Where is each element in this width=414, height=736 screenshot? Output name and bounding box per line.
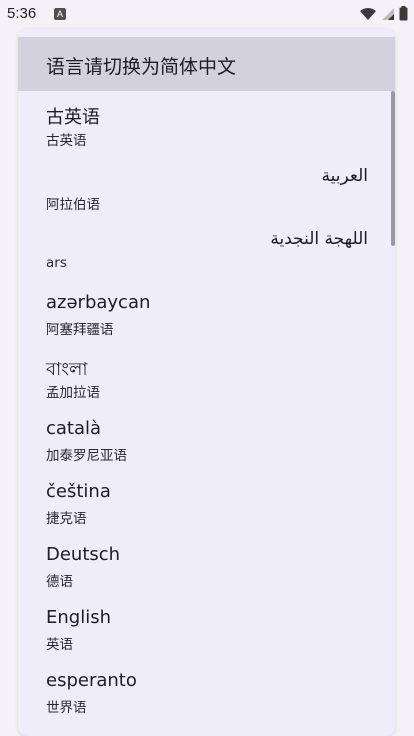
dialog-header[interactable]: 语言请切换为简体中文 xyxy=(18,37,395,91)
language-dialog: 语言请切换为简体中文 古英语 古英语 العربية 阿拉伯语 اللهجة ا… xyxy=(18,29,395,736)
language-translated-name: 古英语 xyxy=(46,133,87,149)
list-item[interactable]: English 英语 xyxy=(18,595,395,658)
wifi-icon xyxy=(359,6,377,25)
language-translated-name: 孟加拉语 xyxy=(46,385,100,401)
list-item[interactable]: বাংলা 孟加拉语 xyxy=(18,343,395,406)
language-native-name: Deutsch xyxy=(46,544,121,565)
language-translated-name: 阿塞拜疆语 xyxy=(46,322,114,338)
list-item[interactable]: العربية 阿拉伯语 xyxy=(18,154,395,217)
language-native-name: اللهجة النجدية xyxy=(270,229,368,249)
list-item[interactable]: 古英语 古英语 xyxy=(18,91,395,154)
battery-icon xyxy=(399,6,408,25)
language-translated-name: 捷克语 xyxy=(46,511,87,527)
language-translated-name: 加泰罗尼亚语 xyxy=(46,448,127,464)
list-item[interactable]: català 加泰罗尼亚语 xyxy=(18,406,395,469)
language-native-name: العربية xyxy=(321,166,368,186)
language-native-name: català xyxy=(46,418,102,439)
list-item[interactable]: Deutsch 德语 xyxy=(18,532,395,595)
language-translated-name: ars xyxy=(46,255,67,271)
status-time: 5:36 xyxy=(7,5,37,22)
language-native-name: esperanto xyxy=(46,670,137,691)
language-translated-name: 世界语 xyxy=(46,700,87,716)
language-translated-name: 英语 xyxy=(46,637,73,653)
status-bar: 5:36 A xyxy=(0,0,414,28)
notification-icon: A xyxy=(54,8,66,20)
status-icons xyxy=(359,6,408,25)
list-item[interactable]: اللهجة النجدية ars xyxy=(18,217,395,280)
list-item[interactable]: azərbaycan 阿塞拜疆语 xyxy=(18,280,395,343)
signal-icon xyxy=(381,6,395,25)
language-native-name: English xyxy=(46,607,111,628)
language-translated-name: 阿拉伯语 xyxy=(46,197,100,213)
dialog-title: 语言请切换为简体中文 xyxy=(46,56,237,78)
list-item[interactable]: čeština 捷克语 xyxy=(18,469,395,532)
language-native-name: azərbaycan xyxy=(46,292,151,313)
scrollbar[interactable] xyxy=(391,91,395,246)
language-native-name: čeština xyxy=(46,481,111,502)
language-native-name: 古英语 xyxy=(46,107,100,128)
language-translated-name: 德语 xyxy=(46,574,73,590)
list-item[interactable]: esperanto 世界语 xyxy=(18,658,395,721)
